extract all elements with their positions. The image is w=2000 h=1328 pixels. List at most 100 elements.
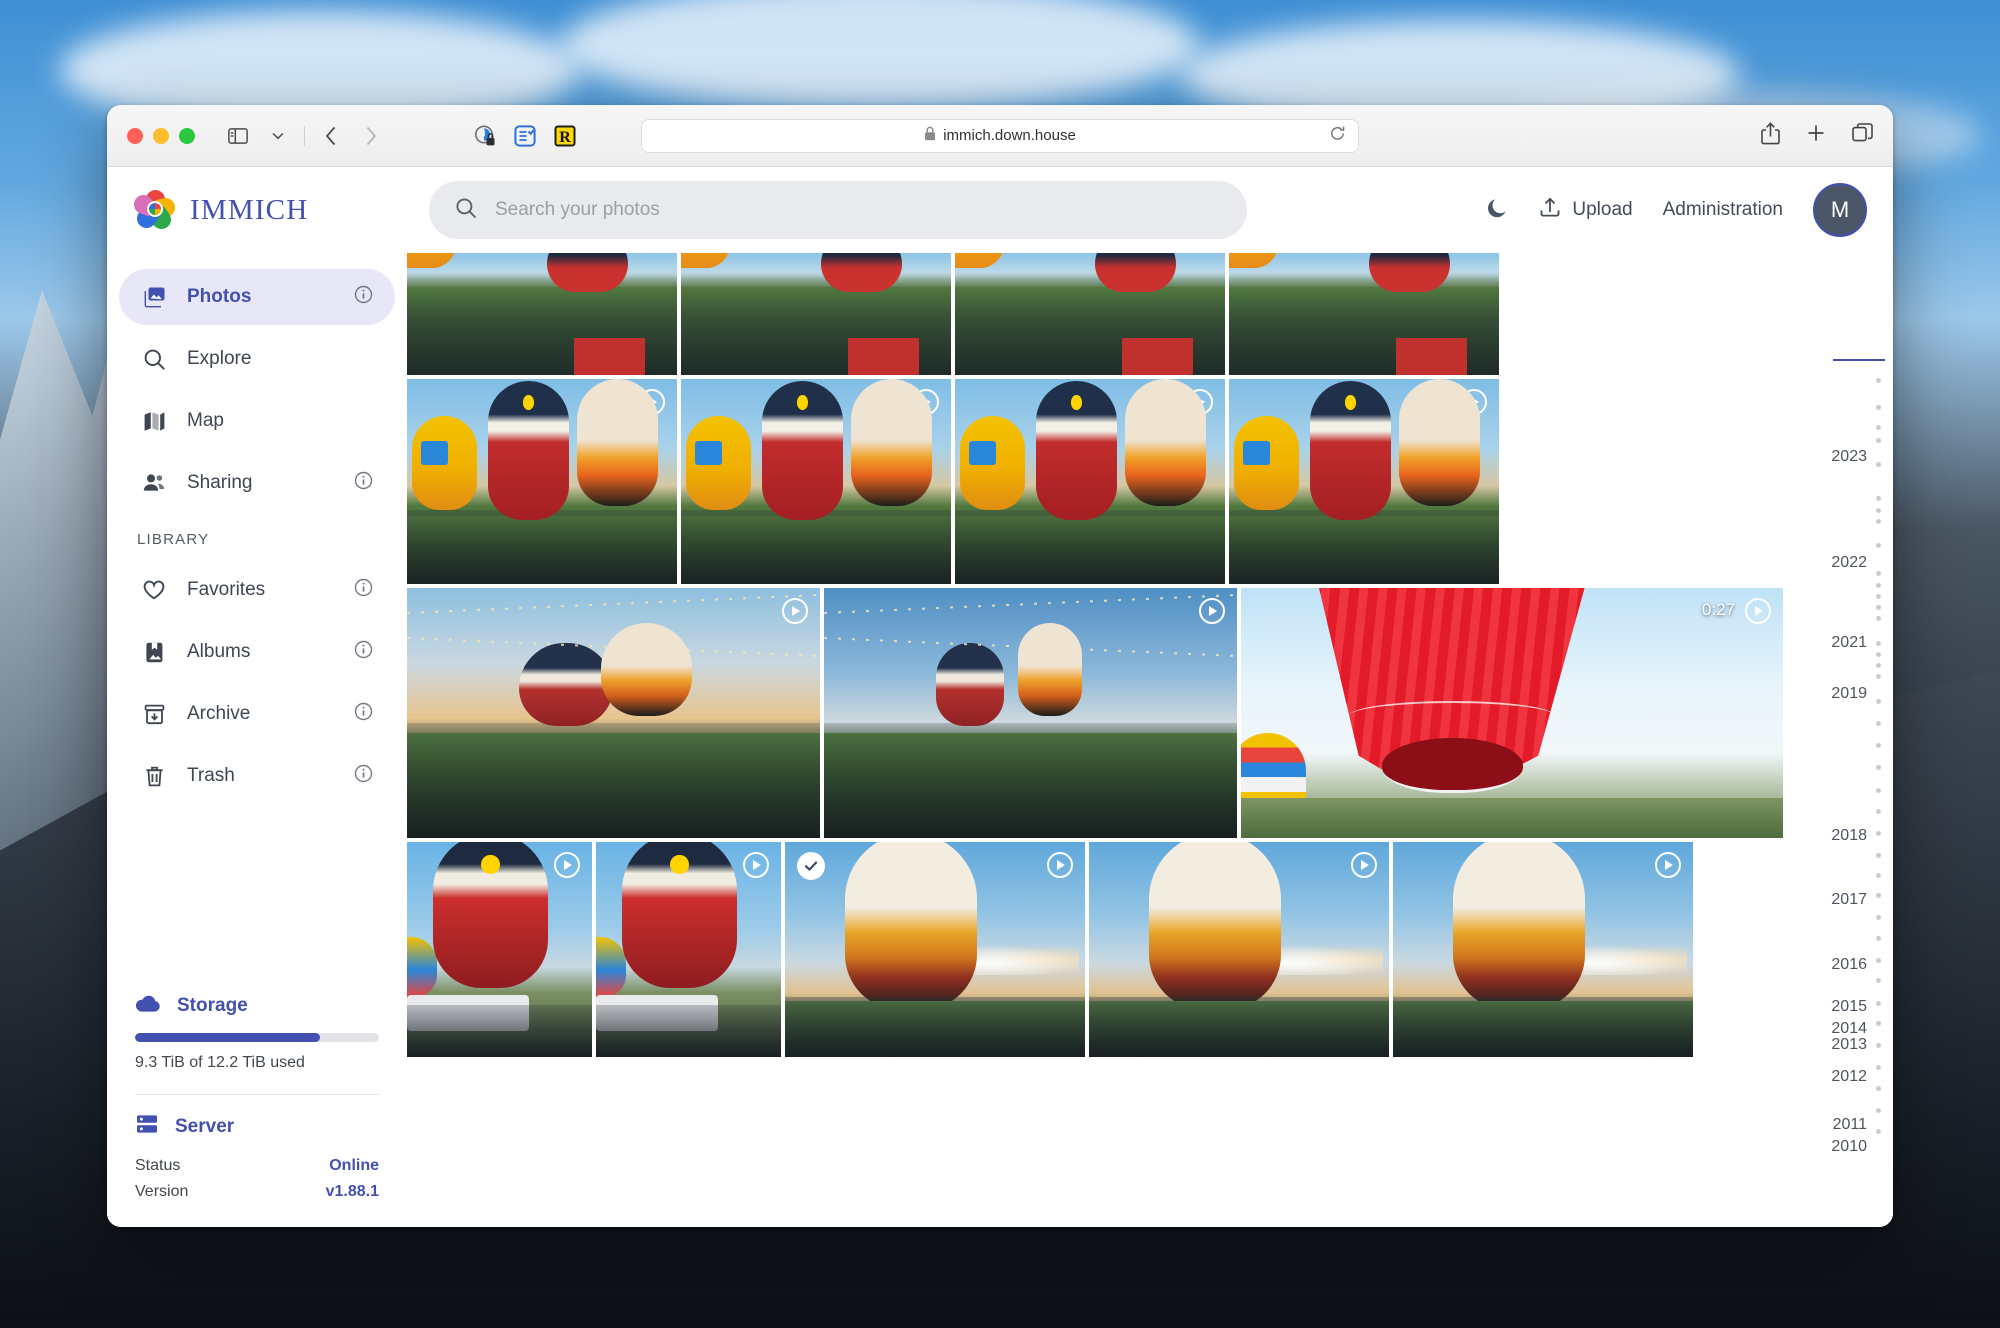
sidebar-item-albums[interactable]: Albums [119,624,395,680]
timeline-tick [1876,583,1881,588]
video-thumbnail[interactable] [1393,842,1693,1057]
photo-thumbnail[interactable] [1229,253,1499,375]
thumbnail-image [1229,253,1499,375]
video-thumbnail[interactable] [596,842,781,1057]
avatar-initial: M [1830,197,1850,222]
chevron-down-icon[interactable] [261,121,295,151]
timeline-tick [1876,893,1881,898]
reload-button[interactable] [1329,125,1346,146]
checklist-icon[interactable] [512,123,538,149]
video-thumbnail[interactable] [681,379,951,584]
sidebar-item-sharing[interactable]: Sharing [119,455,395,511]
share-button[interactable] [1761,121,1780,150]
window-controls[interactable] [127,127,195,144]
timeline-year-label[interactable]: 2012 [1831,1068,1867,1086]
play-icon[interactable] [1655,852,1681,878]
search-icon [455,197,477,224]
video-thumbnail[interactable] [955,379,1225,584]
info-icon[interactable] [354,764,373,789]
video-thumbnail[interactable] [1229,379,1499,584]
play-icon[interactable] [782,598,808,624]
forward-button[interactable] [354,121,388,151]
timeline-year-label[interactable]: 2010 [1831,1138,1867,1156]
sidebar-item-photos[interactable]: Photos [119,269,395,325]
play-icon[interactable] [1199,598,1225,624]
search-input[interactable]: Search your photos [429,181,1247,239]
upload-button[interactable]: Upload [1539,196,1633,224]
timeline-year-label[interactable]: 2011 [1833,1116,1867,1134]
maximize-window-button[interactable] [179,127,195,144]
play-icon[interactable] [1047,852,1073,878]
timeline-year-label[interactable]: 2015 [1831,998,1867,1016]
timeline-cursor[interactable] [1833,359,1885,361]
video-thumbnail[interactable] [407,588,820,838]
thumbnail-image [681,379,951,584]
play-icon[interactable] [1351,852,1377,878]
timeline-year-label[interactable]: 2022 [1831,554,1867,572]
info-icon[interactable] [354,471,373,496]
thumbnail-image [824,588,1237,838]
video-thumbnail[interactable] [407,379,677,584]
minimize-window-button[interactable] [153,127,169,144]
photo-grid[interactable]: 0:27 [407,253,1893,1057]
video-thumbnail[interactable]: 0:27 [1241,588,1783,838]
timeline-year-label[interactable]: 2016 [1831,956,1867,974]
timeline-tick [1876,674,1881,679]
video-thumbnail[interactable] [1089,842,1389,1057]
r-badge-icon[interactable]: R [552,123,578,149]
timeline-year-label[interactable]: 2013 [1831,1036,1867,1054]
play-icon[interactable] [554,852,580,878]
timeline-year-label[interactable]: 2021 [1831,634,1867,652]
sidebar-toggle-button[interactable] [221,121,255,151]
timeline-tick [1876,915,1881,920]
timeline-tick [1876,1129,1881,1134]
timeline-year-label[interactable]: 2019 [1831,685,1867,703]
video-thumbnail[interactable] [407,842,592,1057]
photo-grid-container[interactable]: 0:27 2023 2022 2021 2019 2018 2017 2016 2015 201… [407,253,1893,1227]
brand-logo-link[interactable]: IMMICH [131,188,407,233]
photo-thumbnail[interactable] [955,253,1225,375]
avatar[interactable]: M [1813,183,1867,237]
back-button[interactable] [314,121,348,151]
timeline-tick [1876,508,1881,513]
video-duration-label: 0:27 [1701,600,1735,619]
info-icon[interactable] [354,578,373,603]
address-bar[interactable]: immich.down.house [641,118,1359,153]
sidebar-item-trash[interactable]: Trash [119,748,395,804]
timeline-year-label[interactable]: 2023 [1831,448,1867,466]
sidebar-item-map[interactable]: Map [119,393,395,449]
info-icon[interactable] [354,640,373,665]
new-tab-button[interactable] [1806,123,1826,148]
timeline-tick [1876,958,1881,963]
sidebar-footer: Storage 9.3 TiB of 12.2 TiB used Server … [107,993,407,1227]
administration-link[interactable]: Administration [1663,199,1783,221]
info-icon[interactable] [354,702,373,727]
thumbnail-image [1089,842,1389,1057]
video-thumbnail[interactable] [824,588,1237,838]
moon-icon[interactable] [1485,196,1509,225]
photo-grid-row [407,253,1833,375]
browser-extensions[interactable]: R [472,123,578,149]
timeline-scrubber[interactable]: 2023 2022 2021 2019 2018 2017 2016 2015 2014 2013… [1831,253,1893,1227]
sidebar-item-label: Explore [187,348,252,369]
tab-overview-button[interactable] [1852,122,1873,149]
sidebar-item-explore[interactable]: Explore [119,331,395,387]
close-window-button[interactable] [127,127,143,144]
privacy-shield-icon[interactable] [472,123,498,149]
sidebar-item-favorites[interactable]: Favorites [119,562,395,618]
sidebar-item-archive[interactable]: Archive [119,686,395,742]
server-version-value: v1.88.1 [325,1183,379,1200]
info-icon[interactable] [354,285,373,310]
timeline-tick [1876,605,1881,610]
photo-thumbnail[interactable] [681,253,951,375]
timeline-year-label[interactable]: 2018 [1831,827,1867,845]
photo-thumbnail[interactable] [407,253,677,375]
timeline-year-label[interactable]: 2017 [1831,891,1867,909]
play-icon[interactable] [1745,598,1771,624]
video-thumbnail[interactable] [785,842,1085,1057]
search-icon [141,346,167,372]
svg-text:R: R [559,129,571,146]
play-icon[interactable] [743,852,769,878]
timeline-tick [1876,438,1881,443]
selected-check-icon[interactable] [797,852,825,880]
